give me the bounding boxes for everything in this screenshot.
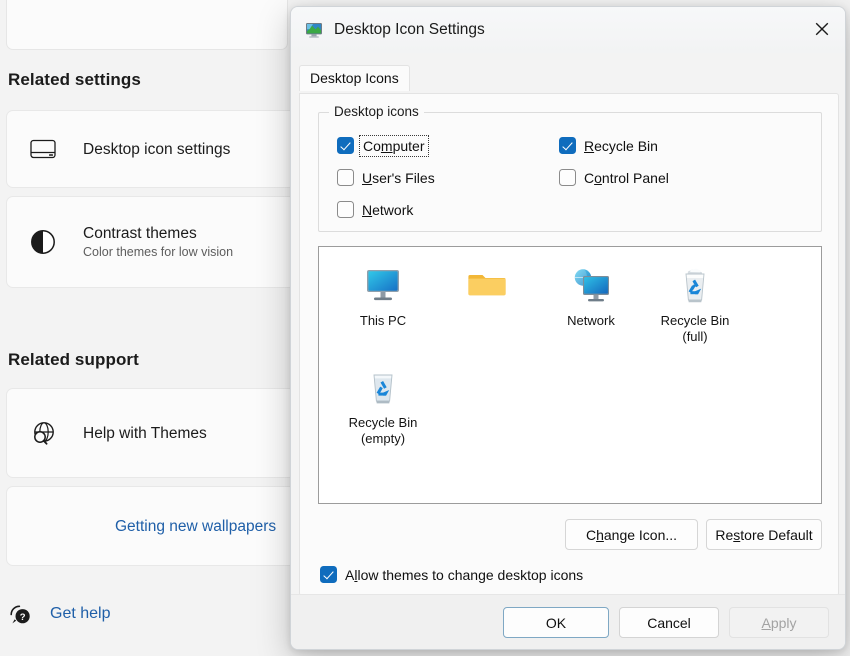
preview-caption: Recycle Bin (full) (643, 313, 747, 345)
dialog-footer: OK Cancel Apply (291, 594, 845, 649)
apply-label: Apply (761, 615, 796, 631)
checkbox-label: User's Files (362, 170, 435, 186)
change-icon-button[interactable]: Change Icon... (565, 519, 698, 550)
card-fragment-above (6, 0, 288, 50)
checkbox-recycle-bin[interactable]: Recycle Bin (559, 137, 658, 154)
desktop-icon-settings-dialog: Desktop Icon Settings Desktop Icons Desk… (290, 6, 846, 650)
checkbox-box[interactable] (559, 137, 576, 154)
preview-caption: Network (539, 313, 643, 329)
checkbox-box[interactable] (337, 137, 354, 154)
tabstrip: Desktop Icons (299, 53, 837, 81)
icon-preview-pane: This PC (318, 246, 822, 504)
desktop-icons-groupbox: Desktop icons Computer User's Files Netw… (318, 112, 822, 232)
apply-button[interactable]: Apply (729, 607, 829, 638)
preview-icon-recycle-bin-full[interactable]: Recycle Bin (full) (643, 261, 747, 345)
card-title: Contrast themes (83, 224, 233, 243)
change-icon-label: Change Icon... (586, 527, 677, 543)
card-desktop-icon-settings[interactable]: Desktop icon settings (6, 110, 296, 188)
checkbox-allow-themes[interactable]: Allow themes to change desktop icons (320, 566, 583, 583)
preview-icon-folder[interactable] (435, 261, 539, 313)
recycle-bin-full-icon (643, 261, 747, 307)
preview-caption-line1: Recycle Bin (661, 313, 730, 328)
groupbox-legend: Desktop icons (329, 104, 424, 119)
checkbox-label: Network (362, 202, 413, 218)
preview-caption: This PC (331, 313, 435, 329)
card-text: Getting new wallpapers (115, 517, 276, 536)
card-subtitle: Color themes for low vision (83, 244, 233, 261)
checkbox-box[interactable] (559, 169, 576, 186)
preview-icon-recycle-bin-empty[interactable]: Recycle Bin (empty) (331, 363, 435, 447)
restore-default-label: Restore Default (715, 527, 812, 543)
checkbox-network[interactable]: Network (337, 201, 413, 218)
monitor-icon (331, 261, 435, 307)
get-help-label: Get help (50, 605, 110, 623)
cancel-button[interactable]: Cancel (619, 607, 719, 638)
globe-search-icon (27, 417, 59, 449)
card-text: Help with Themes (83, 424, 207, 443)
checkbox-label: Allow themes to change desktop icons (345, 567, 583, 583)
restore-default-button[interactable]: Restore Default (706, 519, 822, 550)
close-icon[interactable] (799, 7, 845, 51)
question-help-icon: ? (8, 602, 32, 626)
card-getting-new-wallpapers[interactable]: Getting new wallpapers (6, 486, 296, 566)
checkbox-label: Recycle Bin (584, 138, 658, 154)
checkbox-control-panel[interactable]: Control Panel (559, 169, 669, 186)
related-support-heading: Related support (8, 350, 139, 370)
recycle-bin-empty-icon (331, 363, 435, 409)
get-help-link[interactable]: ? Get help (8, 602, 110, 626)
card-title: Help with Themes (83, 424, 207, 443)
folder-icon (435, 261, 539, 307)
wallpapers-link[interactable]: Getting new wallpapers (115, 517, 276, 536)
card-help-with-themes[interactable]: Help with Themes (6, 388, 296, 478)
tab-panel-desktop-icons: Desktop icons Computer User's Files Netw… (299, 93, 839, 596)
checkbox-label: Control Panel (584, 170, 669, 186)
tab-desktop-icons[interactable]: Desktop Icons (299, 65, 410, 91)
ok-button[interactable]: OK (503, 607, 609, 638)
dialog-title: Desktop Icon Settings (334, 21, 485, 39)
desktop-personalization-icon (304, 20, 324, 40)
preview-caption-line1: Recycle Bin (349, 415, 418, 430)
preview-caption-line2: (empty) (361, 431, 405, 446)
monitor-outline-icon (27, 133, 59, 165)
card-contrast-themes[interactable]: Contrast themes Color themes for low vis… (6, 196, 296, 288)
checkbox-computer[interactable]: Computer (337, 137, 426, 154)
preview-caption: Recycle Bin (empty) (331, 415, 435, 447)
card-text: Desktop icon settings (83, 140, 230, 159)
preview-icon-this-pc[interactable]: This PC (331, 261, 435, 329)
preview-icon-network[interactable]: Network (539, 261, 643, 329)
checkbox-box[interactable] (337, 169, 354, 186)
screen: Related settings Desktop icon settings (0, 0, 850, 656)
card-text: Contrast themes Color themes for low vis… (83, 224, 233, 261)
checkbox-box[interactable] (320, 566, 337, 583)
dialog-titlebar: Desktop Icon Settings (291, 7, 845, 53)
checkbox-users-files[interactable]: User's Files (337, 169, 435, 186)
checkbox-box[interactable] (337, 201, 354, 218)
contrast-circle-icon (27, 226, 59, 258)
checkbox-label: Computer (362, 138, 426, 154)
card-title: Desktop icon settings (83, 140, 230, 159)
preview-caption-line2: (full) (682, 329, 707, 344)
svg-text:?: ? (20, 612, 26, 623)
network-icon (539, 261, 643, 307)
related-settings-heading: Related settings (8, 70, 141, 90)
